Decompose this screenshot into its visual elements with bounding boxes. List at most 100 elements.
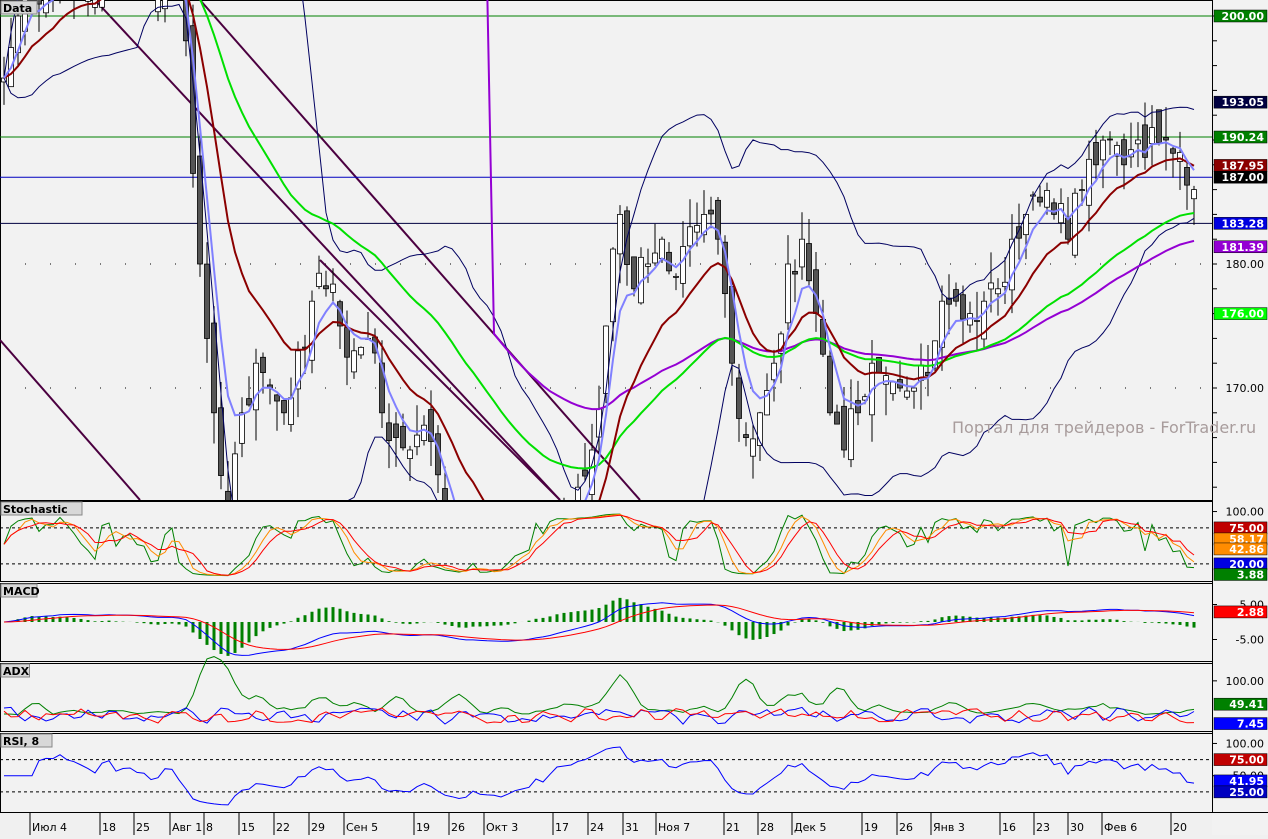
price-tick-label: 180.00	[1226, 258, 1265, 271]
candle-body	[582, 469, 588, 477]
candle-body	[904, 390, 910, 398]
candle-body	[995, 288, 1001, 295]
candle-body	[1184, 167, 1190, 186]
candle-body	[974, 320, 980, 322]
candle-body	[274, 394, 280, 402]
candle-body	[617, 213, 623, 255]
candle-body	[288, 397, 294, 425]
candle-body	[708, 209, 714, 215]
time-label: 29	[311, 821, 325, 834]
candle-body	[652, 252, 658, 264]
candle-body	[1086, 158, 1092, 206]
candle-body	[603, 325, 609, 394]
candle-body	[806, 243, 812, 282]
time-label: 8	[206, 821, 213, 834]
candle-body	[358, 346, 364, 356]
candle-body	[253, 362, 259, 411]
adx-tick-label: 100.00	[1226, 675, 1265, 688]
candle-body	[1044, 190, 1050, 208]
trading-chart[interactable]: Data Stochastic MACD ADX RSI, 8 180.00 170.00 1…	[0, 0, 1268, 835]
candle-body	[393, 423, 399, 438]
time-label: Фев 6	[1104, 821, 1137, 834]
rsi-tag: 25.00	[1229, 786, 1264, 799]
candle-body	[1093, 142, 1099, 166]
candle-body	[1037, 196, 1043, 203]
panel-label-adx: ADX	[3, 665, 30, 678]
candle-body	[827, 355, 833, 414]
macd-tick-label: -5.00	[1236, 634, 1264, 647]
candle-body	[645, 263, 651, 267]
candle-body	[421, 424, 427, 441]
stoch-tick-label: 100.00	[1226, 506, 1265, 519]
time-label: Дек 5	[794, 821, 827, 834]
panel-adx	[0, 663, 1213, 732]
time-label: 20	[1173, 821, 1187, 834]
time-label: 18	[102, 821, 116, 834]
time-label: Июл 4	[32, 821, 67, 834]
candle-body	[155, 0, 161, 13]
price-tag: 176.00	[1222, 308, 1265, 321]
panel-rsi	[0, 733, 1213, 813]
candle-body	[260, 356, 266, 374]
price-tick-label: 170.00	[1226, 382, 1265, 395]
adx-tag: 49.41	[1229, 698, 1264, 711]
price-tag: 181.39	[1222, 241, 1264, 254]
candle-body	[232, 453, 238, 500]
rsi-tag: 75.00	[1229, 754, 1264, 767]
candle-body	[246, 398, 252, 406]
time-label: 22	[276, 821, 290, 834]
candle-body	[1163, 137, 1169, 141]
candle-body	[330, 283, 336, 293]
candle-body	[316, 272, 322, 287]
watermark: Портал для трейдеров - ForTrader.ru	[952, 418, 1257, 437]
price-tag: 193.05	[1222, 96, 1264, 109]
panel-macd	[0, 583, 1213, 662]
candle-body	[1072, 192, 1078, 256]
time-label: 19	[416, 821, 430, 834]
time-label: Ноя 7	[658, 821, 690, 834]
price-tag: 183.28	[1222, 217, 1264, 230]
candle-body	[162, 0, 168, 10]
macd-tag: 2.88	[1237, 606, 1264, 619]
candle-body	[1191, 189, 1197, 200]
candle-body	[911, 387, 917, 392]
time-label: 24	[590, 821, 604, 834]
time-label: 17	[555, 821, 569, 834]
candle-body	[386, 422, 392, 442]
candle	[1072, 188, 1078, 259]
adx-tag: 7.45	[1237, 718, 1264, 731]
stoch-tag: 3.88	[1237, 568, 1264, 581]
candle-body	[1156, 109, 1162, 143]
candle-body	[1100, 139, 1106, 161]
candle-body	[694, 225, 700, 233]
time-label: 21	[726, 821, 740, 834]
time-label: Окт 3	[486, 821, 518, 834]
candle-body	[834, 411, 840, 425]
candle-body	[848, 408, 854, 461]
candle-body	[841, 405, 847, 451]
candle-body	[407, 449, 413, 459]
candle-body	[890, 381, 896, 395]
time-label: 26	[451, 821, 465, 834]
time-label: 16	[1002, 821, 1016, 834]
candle-body	[736, 377, 742, 419]
candle-body	[988, 282, 994, 290]
candle-body	[414, 434, 420, 448]
panel-label-rsi: RSI, 8	[3, 735, 39, 748]
candle-body	[1016, 226, 1022, 239]
time-label: 26	[899, 821, 913, 834]
rsi-tick-label: 100.00	[1226, 737, 1265, 750]
time-label: Сен 5	[346, 821, 378, 834]
candle-body	[99, 0, 105, 8]
candle-body	[610, 248, 616, 323]
candle-body	[400, 425, 406, 449]
candle-body	[680, 246, 686, 284]
candle-body	[687, 226, 693, 247]
candle-body	[1170, 148, 1176, 154]
candle-body	[351, 350, 357, 373]
panel-label-stochastic: Stochastic	[3, 503, 68, 516]
candle-body	[204, 263, 210, 339]
candle-body	[883, 375, 889, 385]
candle-body	[785, 263, 791, 324]
candle-body	[750, 438, 756, 457]
